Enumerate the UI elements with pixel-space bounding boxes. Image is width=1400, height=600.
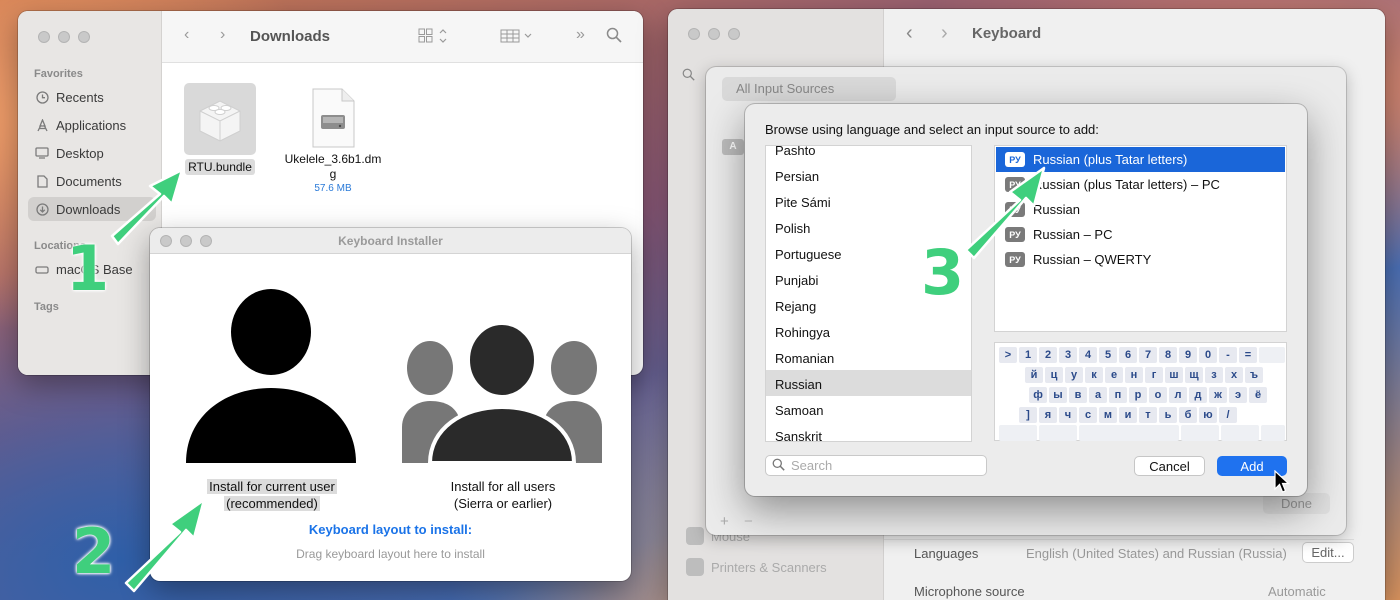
step-1-number: 1 [66, 232, 110, 305]
step-3-number: 3 [921, 236, 965, 309]
arrow-3-icon [964, 166, 1046, 260]
arrow-2-icon [124, 498, 206, 593]
annotation-arrows [110, 166, 1046, 593]
step-2-number: 2 [72, 515, 116, 588]
arrow-1-icon [110, 168, 184, 246]
